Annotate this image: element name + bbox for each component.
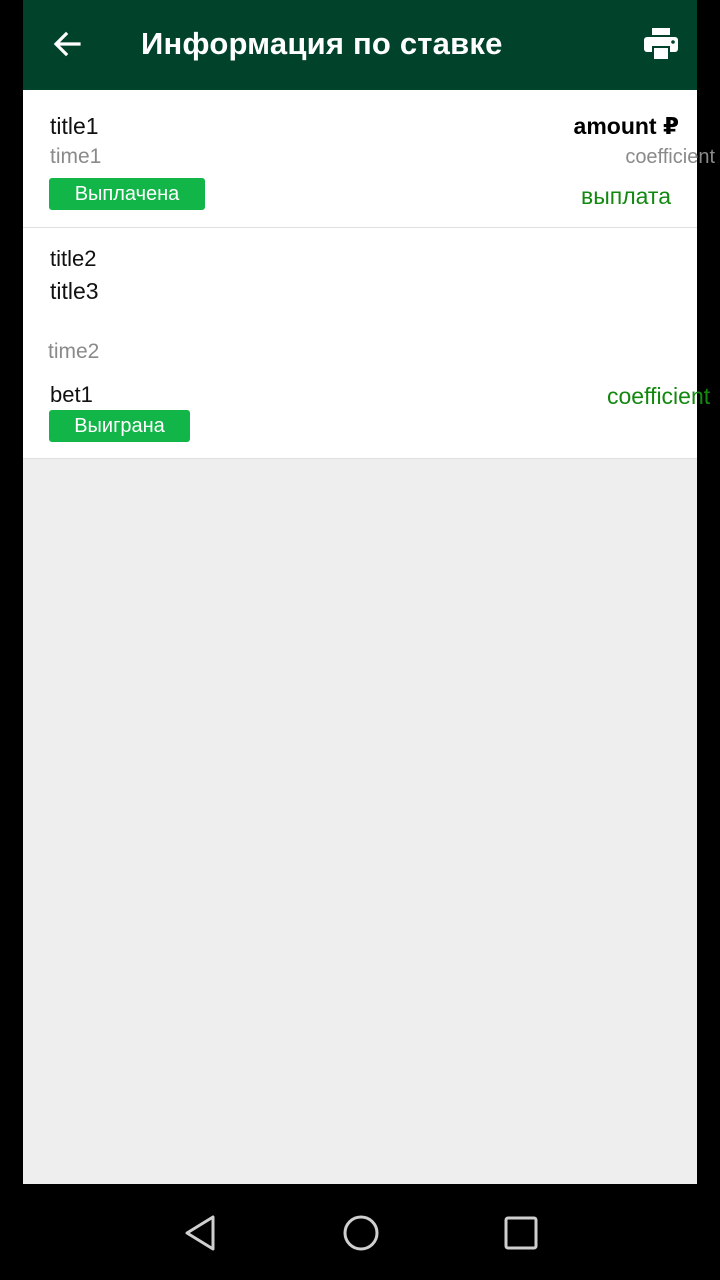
system-recents-button[interactable] — [496, 1208, 546, 1258]
circle-home-icon — [343, 1215, 379, 1251]
event-bet: bet1 — [50, 382, 93, 407]
status-badge-paid: Выплачена — [49, 178, 205, 210]
triangle-back-icon — [185, 1215, 215, 1251]
page-title: Информация по ставке — [141, 26, 503, 61]
event-title-secondary: title3 — [50, 278, 99, 304]
bet-title: title1 — [50, 113, 99, 139]
system-back-button[interactable] — [176, 1208, 226, 1258]
print-button[interactable] — [639, 22, 683, 66]
system-nav-bar — [0, 1184, 720, 1280]
square-recents-icon — [504, 1216, 538, 1250]
back-button[interactable] — [45, 22, 89, 66]
bet-coefficient: coefficient — [625, 146, 715, 168]
bet-amount: amount ₽ — [573, 113, 679, 139]
arrow-left-icon — [53, 31, 81, 57]
bet-summary-card[interactable]: title1 time1 Выплачена amount ₽ coeffici… — [23, 90, 715, 228]
printer-icon — [644, 28, 678, 60]
system-home-button[interactable] — [336, 1208, 386, 1258]
bet-time: time1 — [50, 145, 102, 168]
bet-info-screen: Информация по ставке title1 time1 Выплач… — [23, 0, 715, 1184]
event-time: time2 — [48, 340, 100, 363]
app-bar: Информация по ставке — [23, 0, 697, 90]
bet-payout: выплата — [581, 183, 671, 209]
event-coefficient: coefficient — [607, 383, 711, 409]
event-card[interactable]: title2 title3 time2 bet1 coefficient Выи… — [23, 228, 710, 459]
status-badge-won: Выиграна — [49, 410, 190, 442]
event-title-primary: title2 — [50, 246, 97, 271]
